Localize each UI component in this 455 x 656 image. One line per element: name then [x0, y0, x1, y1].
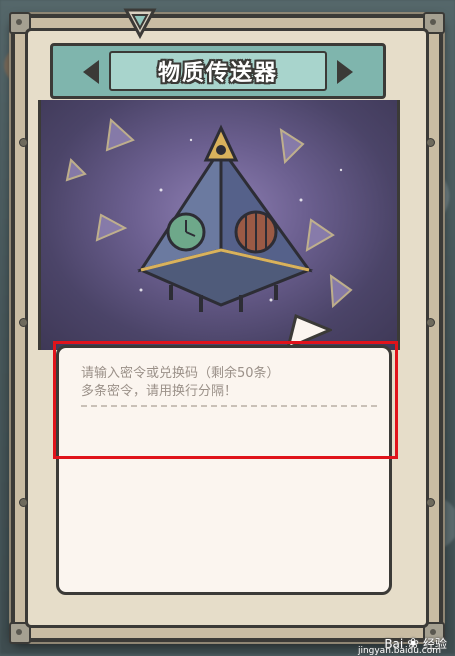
- triangle-emblem-icon: [123, 8, 157, 40]
- rivet-icon: [426, 138, 435, 147]
- pyramid-machine-icon: [65, 117, 353, 312]
- rivet-icon: [426, 498, 435, 507]
- banner-left-arrow-icon: [83, 60, 99, 84]
- highlight-box: [53, 341, 398, 459]
- rivet-icon: [19, 318, 28, 327]
- banner-right-arrow-icon: [337, 60, 353, 84]
- transporter-illustration: [38, 100, 400, 350]
- rivet-icon: [19, 138, 28, 147]
- rivet-icon: [426, 318, 435, 327]
- watermark-url: jingyan.baidu.com: [357, 646, 441, 656]
- title-banner: 物质传送器: [50, 43, 386, 99]
- card-title: 物质传送器: [157, 61, 278, 86]
- title-plate: 物质传送器: [109, 51, 327, 91]
- rivet-icon: [19, 498, 28, 507]
